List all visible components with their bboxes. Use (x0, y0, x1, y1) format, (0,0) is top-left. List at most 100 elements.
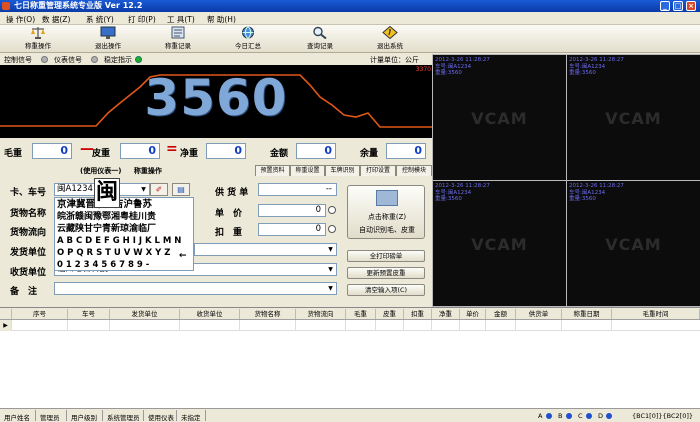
tab-preset-data[interactable]: 预置资料 (255, 165, 290, 176)
column-header[interactable]: 毛重 (346, 309, 376, 319)
camera-meta: 2012-3-26 11:28:27 车号:闽A1234 重量:3560 (435, 183, 490, 202)
column-header[interactable]: 供货单 (516, 309, 562, 319)
table-cell[interactable] (460, 320, 486, 331)
menu-operate[interactable]: 操 作(O) (6, 14, 35, 25)
table-cell[interactable] (562, 320, 612, 331)
table-cell[interactable] (346, 320, 376, 331)
pin-button[interactable]: ✐ (150, 183, 168, 196)
deduct-radio[interactable] (328, 225, 336, 233)
form-header: (使用仪表一) 称重操作 (80, 166, 162, 176)
status-d-label: D (598, 412, 604, 420)
app-icon (2, 2, 10, 10)
keyboard-row-digits[interactable]: 0 1 2 3 4 5 6 7 8 9 - (57, 259, 149, 271)
toolbar-label: 退出系统 (377, 42, 403, 50)
plate-label: 卡、车号 (10, 188, 47, 198)
balance-value: 0 (386, 143, 426, 159)
user-name-value: 管理员 (40, 414, 60, 422)
instrument-value: 未指定 (181, 414, 201, 422)
table-cell[interactable] (404, 320, 432, 331)
table-cell[interactable] (68, 320, 110, 331)
menu-data[interactable]: 数 据(Z) (42, 14, 70, 25)
camera-meta: 2012-3-26 11:28:27 车号:闽A1234 重量:3560 (569, 57, 624, 76)
table-row[interactable]: ▶ (0, 320, 700, 331)
chevron-down-icon[interactable]: ▼ (326, 264, 335, 275)
price-input[interactable]: 0 (258, 204, 326, 217)
note-input[interactable]: ▼ (54, 282, 337, 295)
row-pointer-icon: ▶ (0, 320, 12, 331)
column-header[interactable]: 称重日期 (562, 309, 612, 319)
column-header[interactable]: 单价 (460, 309, 486, 319)
menu-system[interactable]: 系 统(Y) (86, 14, 114, 25)
record-icon (171, 26, 185, 39)
column-header[interactable]: 毛重时间 (612, 309, 700, 319)
keyboard-row-letters-1[interactable]: A B C D E F G H I J K L M N (57, 235, 181, 247)
sender-input[interactable]: ▼ (194, 243, 337, 256)
menu-help[interactable]: 帮 助(H) (207, 14, 236, 25)
tab-weigh-settings[interactable]: 称重设置 (290, 165, 325, 176)
deduct-input[interactable]: 0 (258, 223, 326, 236)
tab-print-settings[interactable]: 打印设置 (360, 165, 396, 176)
table-cell[interactable] (12, 320, 68, 331)
menu-print[interactable]: 打 印(P) (128, 14, 156, 25)
table-cell[interactable] (516, 320, 562, 331)
column-header[interactable]: 发货单位 (110, 309, 180, 319)
maximize-button[interactable]: □ (673, 1, 683, 11)
table-cell[interactable] (296, 320, 346, 331)
toolbar-exit-system-button[interactable]: 退出系统 (370, 26, 410, 52)
column-header[interactable]: 收货单位 (180, 309, 240, 319)
chevron-down-icon[interactable]: ▼ (326, 244, 335, 255)
minimize-button[interactable]: _ (660, 1, 670, 11)
table-cell[interactable] (240, 320, 296, 331)
price-radio[interactable] (328, 206, 336, 214)
weigh-button[interactable]: 点击称重(Z) 自动识别毛、皮重 (347, 185, 425, 239)
column-header[interactable]: 车号 (68, 309, 110, 319)
toolbar-records-button[interactable]: 称重记录 (158, 26, 198, 52)
column-header[interactable]: 净重 (432, 309, 460, 319)
backspace-icon[interactable]: ← (179, 250, 187, 262)
table-cell[interactable] (376, 320, 404, 331)
camera-watermark: VCAM (471, 235, 528, 254)
tab-control-module[interactable]: 控制模块 (396, 165, 432, 176)
camera-panel: 2012-3-26 11:28:27 车号:闽A1234 重量:3560 VCA… (432, 54, 700, 307)
toolbar-query-button[interactable]: 查询记录 (300, 26, 340, 52)
plate-keyboard[interactable]: 京津冀晋蒙辽吉沪鲁苏 皖浙赣闽豫鄂湘粤桂川贵 云藏陕甘宁青新琼渝临厂 A B C… (54, 197, 194, 271)
divider (35, 410, 36, 421)
toolbar-summary-button[interactable]: 今日汇总 (228, 26, 268, 52)
divider (66, 410, 67, 421)
column-header[interactable]: 金额 (486, 309, 516, 319)
toolbar-weigh-button[interactable]: 称重操作 (18, 26, 58, 52)
chevron-down-icon[interactable]: ▼ (326, 283, 335, 294)
column-header[interactable]: 扣重 (404, 309, 432, 319)
menu-tools[interactable]: 工 具(T) (167, 14, 195, 25)
toolbar-exit-op-button[interactable]: 退出操作 (88, 26, 128, 52)
update-tare-button[interactable]: 更新预置皮重 (347, 267, 425, 279)
chevron-down-icon[interactable]: ▼ (139, 184, 148, 195)
column-header[interactable]: 序号 (12, 309, 68, 319)
camera-view-1[interactable]: 2012-3-26 11:28:27 车号:闽A1234 重量:3560 VCA… (433, 55, 566, 180)
table-cell[interactable] (432, 320, 460, 331)
keyboard-row-provinces-3[interactable]: 云藏陕甘宁青新琼渝临厂 (57, 223, 156, 235)
camera-view-4[interactable]: 2012-3-26 11:28:27 车号:闽A1234 重量:3560 VCA… (567, 181, 700, 306)
instrument-source: (使用仪表一) (80, 167, 122, 175)
globe-icon (242, 26, 254, 39)
supplier-input[interactable]: -- (258, 183, 337, 196)
clear-inputs-button[interactable]: 清空输入项(C) (347, 284, 425, 296)
column-header[interactable]: 货物流向 (296, 309, 346, 319)
toolbar-label: 称重记录 (165, 42, 191, 50)
camera-view-3[interactable]: 2012-3-26 11:28:27 车号:闽A1234 重量:3560 VCA… (433, 181, 566, 306)
stable-indicator-label: 稳定指示 (104, 56, 132, 64)
camera-view-2[interactable]: 2012-3-26 11:28:27 车号:闽A1234 重量:3560 VCA… (567, 55, 700, 180)
tab-plate-recognition[interactable]: 车牌识别 (325, 165, 360, 176)
close-button[interactable]: × (686, 1, 696, 11)
keyboard-row-provinces-2[interactable]: 皖浙赣闽豫鄂湘粤桂川贵 (57, 211, 156, 223)
status-a-led (546, 413, 552, 419)
keyboard-row-letters-2[interactable]: O P Q R S T U V W X Y Z (57, 247, 170, 259)
table-cell[interactable] (486, 320, 516, 331)
equals-sign: = (166, 141, 178, 157)
column-header[interactable]: 货物名称 (240, 309, 296, 319)
column-header[interactable]: 皮重 (376, 309, 404, 319)
print-ticket-button[interactable]: 全打印磅单 (347, 250, 425, 262)
table-cell[interactable] (180, 320, 240, 331)
lookup-button[interactable]: ▤ (172, 183, 190, 196)
table-cell[interactable] (110, 320, 180, 331)
